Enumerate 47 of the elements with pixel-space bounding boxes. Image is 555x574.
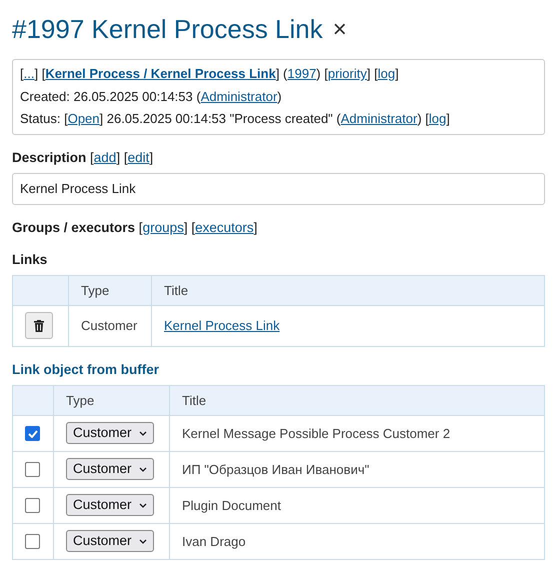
link[interactable]: log xyxy=(428,111,446,126)
checkbox[interactable] xyxy=(25,498,40,514)
link[interactable]: ... xyxy=(24,66,34,81)
section-heading: Groups / executors [groups] [executors] xyxy=(12,218,258,236)
link[interactable]: log xyxy=(378,66,396,81)
column-header: Type xyxy=(68,275,152,305)
checkbox[interactable] xyxy=(25,462,40,478)
link[interactable]: edit xyxy=(128,150,150,164)
link[interactable]: Kernel Process Link xyxy=(164,318,280,333)
page-title: #1997 Kernel Process Link xyxy=(12,14,323,45)
info-line: Created: 26.05.2025 00:14:53 (Administrator) xyxy=(20,88,283,106)
link[interactable]: Administrator xyxy=(200,88,278,104)
close-button[interactable]: × xyxy=(332,18,347,42)
link[interactable]: priority xyxy=(328,66,367,81)
info-line: Status: [Open] 26.05.2025 00:14:53 "Process created" (Administrator) [log] xyxy=(20,110,451,128)
section-heading: Description [add] [edit] xyxy=(12,148,154,166)
checkbox[interactable] xyxy=(25,426,40,442)
checkbox[interactable] xyxy=(25,534,40,550)
section-heading: Link object from buffer xyxy=(12,360,160,378)
chevron-down-icon xyxy=(138,466,147,472)
link[interactable]: Kernel Process / Kernel Process Link xyxy=(45,66,276,81)
column-header: Type xyxy=(54,385,170,415)
column-header: Title xyxy=(170,385,544,415)
link[interactable]: 1997 xyxy=(287,66,316,81)
link[interactable]: groups xyxy=(142,220,184,234)
table-cell: Kernel Message Possible Process Customer 2 xyxy=(170,415,544,451)
type-select[interactable]: Customer xyxy=(66,530,154,552)
info-line: [...] [Kernel Process / Kernel Process Link] (1997) [priority] [log] xyxy=(20,65,400,83)
section-heading: Links xyxy=(12,250,48,268)
chevron-down-icon xyxy=(138,538,147,544)
table-cell: Ivan Drago xyxy=(170,523,544,559)
description-field[interactable]: Kernel Process Link xyxy=(12,172,545,204)
trash-icon xyxy=(34,320,44,332)
table-cell: Plugin Document xyxy=(170,487,544,523)
table-cell: Customer xyxy=(68,305,152,346)
link[interactable]: Open xyxy=(68,111,100,126)
link[interactable]: Administrator xyxy=(340,111,418,126)
chevron-down-icon xyxy=(138,502,147,508)
type-select[interactable]: Customer xyxy=(66,422,154,444)
type-select[interactable]: Customer xyxy=(66,458,154,480)
link[interactable]: add xyxy=(94,150,116,164)
table-cell: ИП "Образцов Иван Иванович" xyxy=(170,451,544,487)
chevron-down-icon xyxy=(138,430,147,436)
link[interactable]: executors xyxy=(195,220,254,234)
delete-button[interactable] xyxy=(25,312,53,339)
column-header: Title xyxy=(152,275,544,305)
type-select[interactable]: Customer xyxy=(66,494,154,516)
